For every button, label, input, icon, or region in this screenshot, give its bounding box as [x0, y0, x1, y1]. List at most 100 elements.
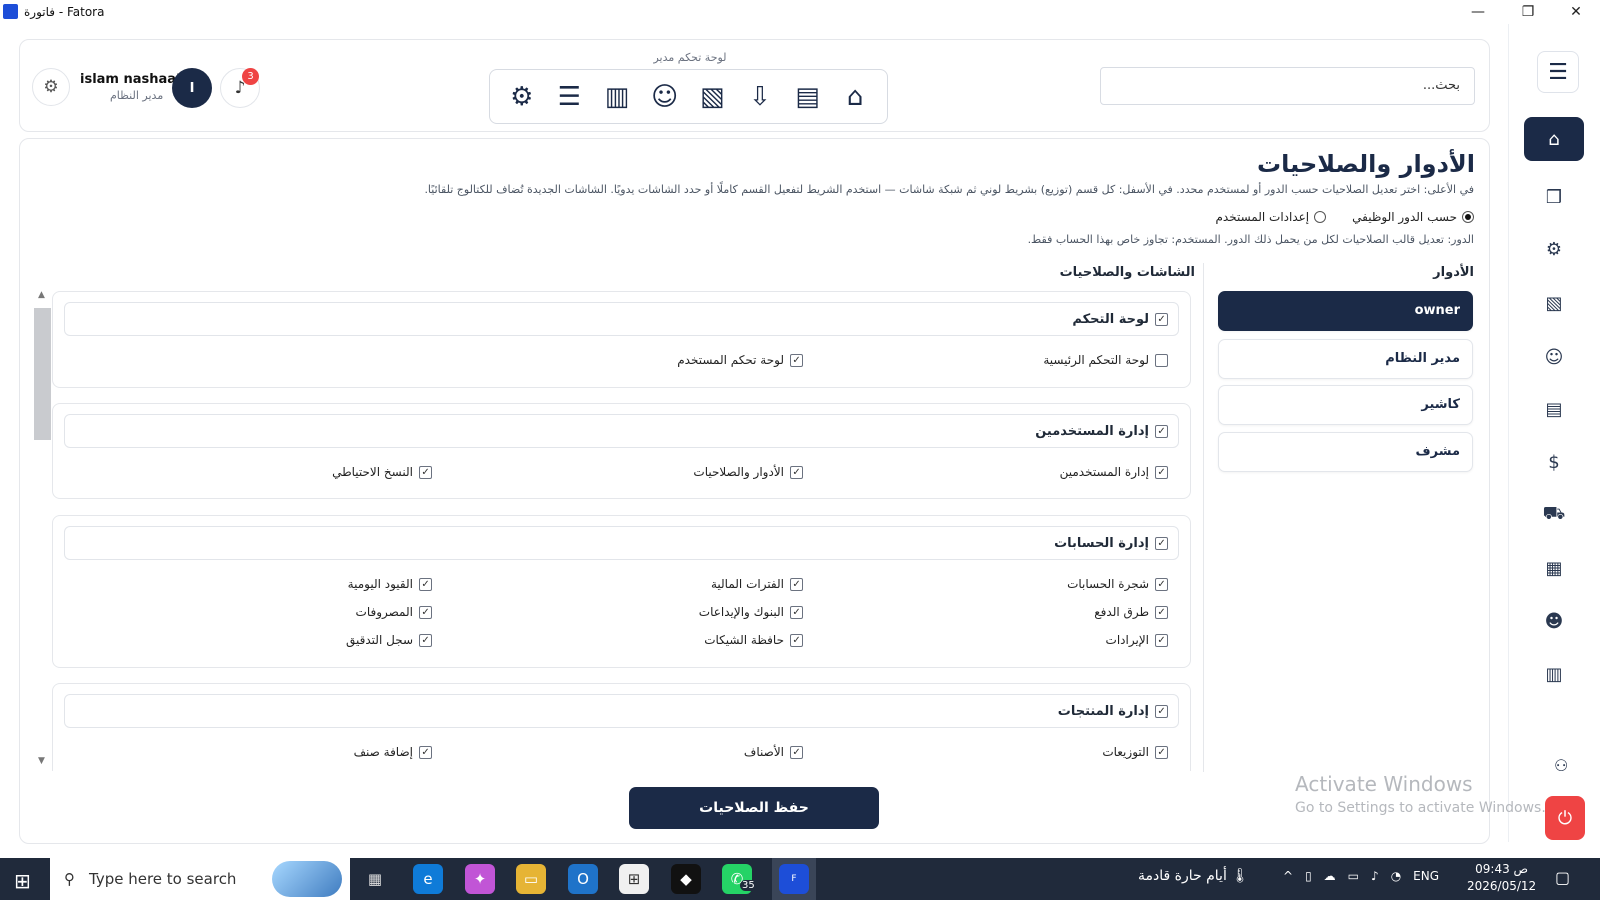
- permission-checkbox[interactable]: ✓: [419, 465, 432, 479]
- permission-checkbox[interactable]: ✓: [419, 633, 432, 647]
- permission-checkbox[interactable]: [1155, 353, 1168, 367]
- quick-factory-icon[interactable]: ▥: [599, 79, 635, 115]
- permission-checkbox[interactable]: ✓: [790, 745, 803, 759]
- search-input[interactable]: بحث...: [1100, 67, 1475, 105]
- avatar[interactable]: I: [172, 68, 212, 108]
- permission-checkbox[interactable]: ✓: [419, 605, 432, 619]
- permission-item[interactable]: ✓ المصروفات: [356, 605, 432, 619]
- close-button[interactable]: ✕: [1556, 2, 1596, 22]
- role-owner[interactable]: owner: [1218, 291, 1473, 331]
- permission-item[interactable]: ✓ القيود اليومية: [348, 577, 432, 591]
- permission-item[interactable]: ✓ شجرة الحسابات: [1067, 577, 1168, 591]
- edge-browser-icon[interactable]: e: [413, 864, 443, 894]
- permission-item[interactable]: ✓ إضافة صنف: [354, 745, 432, 759]
- section-checkbox[interactable]: ✓: [1155, 536, 1168, 550]
- quick-settings-icon[interactable]: ⚙: [504, 79, 540, 115]
- section-header[interactable]: ✓ إدارة المستخدمين: [64, 414, 1179, 448]
- sidebar-home-icon[interactable]: ⌂: [1524, 117, 1584, 161]
- permission-item[interactable]: ✓ البنوك والإيداعات: [699, 605, 803, 619]
- taskbar-clock[interactable]: 09:43 ص 2026/05/12: [1467, 861, 1536, 895]
- role-admin[interactable]: مدير النظام: [1218, 339, 1473, 379]
- section-header[interactable]: ✓ إدارة المنتجات: [64, 694, 1179, 728]
- windows-start-icon[interactable]: ⊞: [14, 869, 31, 893]
- app-cube-icon[interactable]: ◆: [671, 864, 701, 894]
- permission-checkbox[interactable]: ✓: [790, 605, 803, 619]
- tray-volume-icon[interactable]: ♪: [1371, 869, 1379, 883]
- permission-checkbox[interactable]: ✓: [419, 745, 432, 759]
- permission-item[interactable]: ✓ سجل التدقيق: [346, 633, 432, 647]
- permission-checkbox[interactable]: ✓: [790, 577, 803, 591]
- sidebar-box-icon[interactable]: ❒: [1524, 177, 1584, 217]
- sidebar-settings-icon[interactable]: ⚙: [1524, 229, 1584, 269]
- copilot-icon[interactable]: ✦: [465, 864, 495, 894]
- sidebar-cart-icon[interactable]: ⛟: [1524, 495, 1584, 535]
- taskbar-search[interactable]: ⚲ Type here to search: [50, 858, 350, 900]
- quick-home-icon[interactable]: ⌂: [837, 79, 873, 115]
- tray-wifi-icon[interactable]: ◔: [1391, 869, 1401, 883]
- mode-role-radio[interactable]: حسب الدور الوظيفي: [1352, 210, 1474, 224]
- permission-item[interactable]: ✓ الفترات المالية: [711, 577, 803, 591]
- task-view-icon[interactable]: ▦: [360, 864, 390, 894]
- radio-unselected-icon[interactable]: [1314, 211, 1327, 223]
- maximize-button[interactable]: ❐: [1508, 2, 1548, 22]
- role-supervisor[interactable]: مشرف: [1218, 432, 1473, 472]
- permission-item[interactable]: لوحة التحكم الرئيسية: [1043, 353, 1168, 367]
- permission-item[interactable]: ✓ الأدوار والصلاحيات: [693, 465, 803, 479]
- power-logout-icon[interactable]: ⏻: [1545, 796, 1585, 840]
- role-cashier[interactable]: كاشير: [1218, 385, 1473, 425]
- permission-checkbox[interactable]: ✓: [1155, 577, 1168, 591]
- tray-battery-icon[interactable]: ▭: [1348, 869, 1359, 883]
- permission-item[interactable]: ✓ التوزيعات: [1102, 745, 1168, 759]
- section-checkbox[interactable]: ✓: [1155, 424, 1168, 438]
- permission-item[interactable]: ✓ النسخ الاحتياطي: [332, 465, 432, 479]
- tray-device-icon[interactable]: ▯: [1305, 869, 1312, 883]
- save-permissions-button[interactable]: حفظ الصلاحيات: [629, 787, 879, 829]
- permission-checkbox[interactable]: ✓: [1155, 633, 1168, 647]
- permissions-scrollbar[interactable]: ▲ ▼: [34, 290, 52, 770]
- quick-invoice-icon[interactable]: ▤: [790, 79, 826, 115]
- hamburger-menu-icon[interactable]: ☰: [1537, 51, 1579, 93]
- fatora-app-icon[interactable]: F: [779, 864, 809, 894]
- scroll-thumb[interactable]: [34, 308, 51, 440]
- permission-checkbox[interactable]: ✓: [1155, 745, 1168, 759]
- permission-checkbox[interactable]: ✓: [1155, 465, 1168, 479]
- outlook-icon[interactable]: O: [568, 864, 598, 894]
- permission-item[interactable]: ✓ طرق الدفع: [1094, 605, 1168, 619]
- quick-users-icon[interactable]: ☺: [647, 79, 683, 115]
- permission-checkbox[interactable]: ✓: [790, 633, 803, 647]
- permission-item[interactable]: ✓ الأصناف: [744, 745, 803, 759]
- sidebar-factory-icon[interactable]: ▤: [1524, 389, 1584, 429]
- permission-item[interactable]: ✓ إدارة المستخدمين: [1060, 465, 1168, 479]
- weather-widget[interactable]: 🌡 أيام حارة قادمة: [1138, 868, 1249, 884]
- tray-cloud-icon[interactable]: ☁: [1324, 869, 1336, 883]
- sidebar-money-icon[interactable]: $: [1524, 442, 1584, 482]
- notification-center-icon[interactable]: ▢: [1555, 868, 1570, 887]
- file-explorer-icon[interactable]: ▭: [516, 864, 546, 894]
- permission-checkbox[interactable]: ✓: [790, 465, 803, 479]
- radio-selected-icon[interactable]: [1462, 211, 1474, 223]
- permission-checkbox[interactable]: ✓: [1155, 605, 1168, 619]
- sidebar-support-icon[interactable]: ☻: [1524, 601, 1584, 641]
- store-icon[interactable]: ⊞: [619, 864, 649, 894]
- tray-chevron-icon[interactable]: ^: [1283, 869, 1293, 883]
- scroll-up-icon[interactable]: ▲: [38, 290, 45, 300]
- section-header[interactable]: ✓ إدارة الحسابات: [64, 526, 1179, 560]
- tray-language[interactable]: ENG: [1413, 869, 1439, 883]
- permission-checkbox[interactable]: ✓: [790, 353, 803, 367]
- minimize-button[interactable]: —: [1458, 2, 1498, 22]
- settings-gear-icon[interactable]: ⚙: [32, 68, 70, 106]
- permission-checkbox[interactable]: ✓: [419, 577, 432, 591]
- permission-item[interactable]: ✓ حافظة الشيكات: [704, 633, 803, 647]
- quick-download-icon[interactable]: ⇩: [742, 79, 778, 115]
- permission-item[interactable]: ✓ لوحة تحكم المستخدم: [677, 353, 803, 367]
- section-header[interactable]: ✓ لوحة التحكم: [64, 302, 1179, 336]
- mode-user-radio[interactable]: إعدادات المستخدم: [1215, 210, 1327, 224]
- sidebar-user-add-icon[interactable]: ⚇: [1554, 756, 1568, 775]
- permission-item[interactable]: ✓ الإيرادات: [1106, 633, 1168, 647]
- sidebar-product-icon[interactable]: ▧: [1524, 283, 1584, 323]
- quick-box-icon[interactable]: ▧: [694, 79, 730, 115]
- section-checkbox[interactable]: ✓: [1155, 704, 1168, 718]
- sidebar-register-icon[interactable]: ▦: [1524, 548, 1584, 588]
- quick-database-icon[interactable]: ☰: [551, 79, 587, 115]
- sidebar-reports-icon[interactable]: ▥: [1524, 654, 1584, 694]
